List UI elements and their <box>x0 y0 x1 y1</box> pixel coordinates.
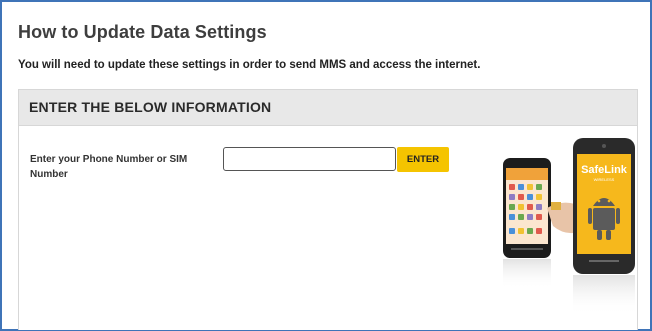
page-title: How to Update Data Settings <box>18 22 267 42</box>
phones-illustration: SafeLink WIRELESS <box>503 138 635 315</box>
phone-field-label: Enter your Phone Number or SIM Number <box>30 154 188 180</box>
safelink-sub-text: WIRELESS <box>594 177 615 182</box>
enter-button[interactable]: ENTER <box>397 147 449 172</box>
info-panel: ENTER THE BELOW INFORMATION Enter your P… <box>18 89 638 330</box>
small-phone-image <box>503 158 551 289</box>
page-frame: How to Update Data Settings You will nee… <box>0 0 652 331</box>
safelink-logo-text: SafeLink <box>581 164 628 176</box>
large-phone-image: SafeLink WIRELESS <box>573 138 635 315</box>
phone-number-input[interactable] <box>223 147 396 171</box>
panel-header: ENTER THE BELOW INFORMATION <box>19 90 637 126</box>
panel-title: ENTER THE BELOW INFORMATION <box>29 99 272 115</box>
intro-text: You will need to update these settings i… <box>18 59 481 71</box>
